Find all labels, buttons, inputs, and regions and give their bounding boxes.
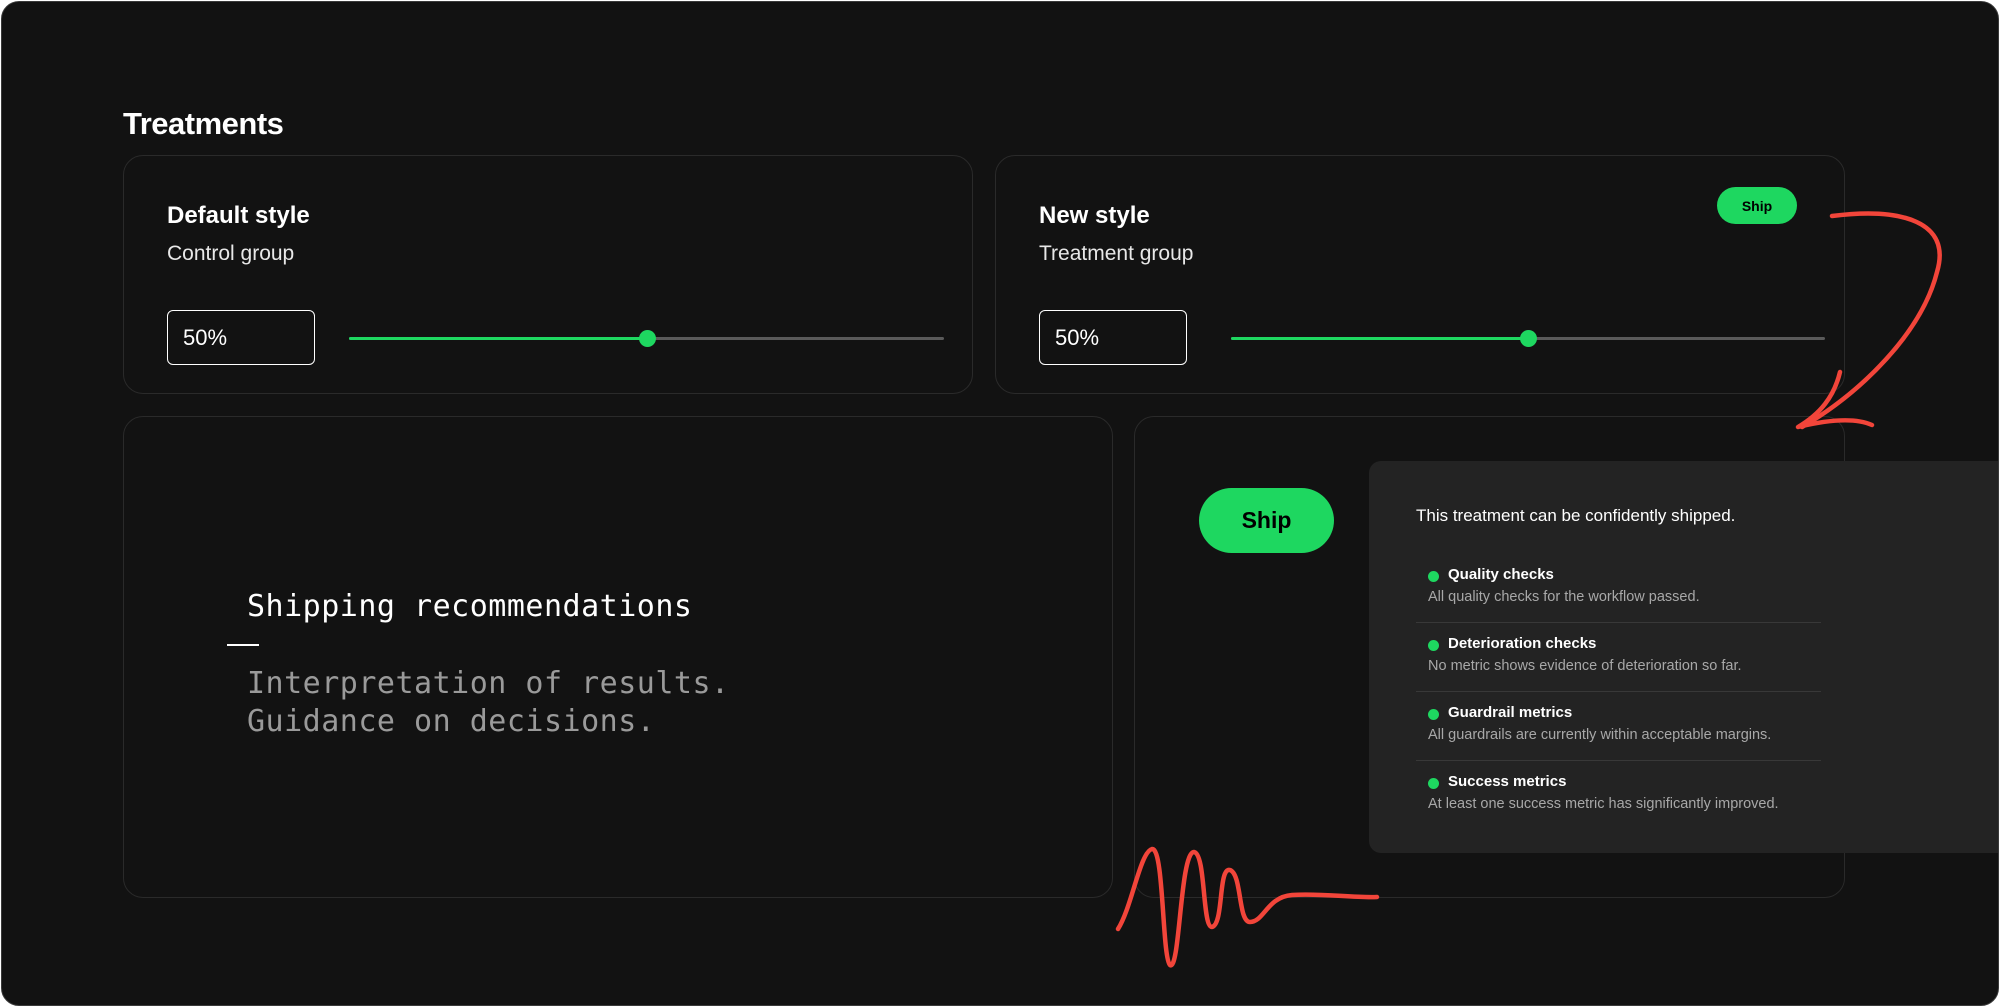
allocation-slider[interactable]: [1231, 330, 1825, 347]
divider: [1416, 691, 1821, 692]
green-dot-icon: [1428, 640, 1439, 651]
recommendations-line: Guidance on decisions.: [247, 704, 656, 739]
check-description: All quality checks for the workflow pass…: [1428, 589, 1700, 605]
title-divider: [227, 644, 259, 646]
check-name: Guardrail metrics: [1448, 704, 1573, 721]
allocation-input[interactable]: [167, 310, 315, 365]
allocation-input[interactable]: [1039, 310, 1187, 365]
slider-fill: [1231, 337, 1528, 340]
green-dot-icon: [1428, 571, 1439, 582]
status-panel: This treatment can be confidently shippe…: [1369, 461, 1998, 853]
allocation-slider[interactable]: [349, 330, 944, 347]
treatment-subtitle: Control group: [167, 242, 295, 265]
recommendations-title: Shipping recommendations: [247, 589, 693, 624]
recommendations-line: Interpretation of results.: [247, 666, 730, 701]
ship-badge-button[interactable]: Ship: [1717, 187, 1797, 224]
green-dot-icon: [1428, 778, 1439, 789]
slider-fill: [349, 337, 647, 340]
check-description: No metric shows evidence of deterioratio…: [1428, 658, 1742, 674]
divider: [1416, 622, 1821, 623]
check-name: Deterioration checks: [1448, 635, 1597, 652]
ship-button[interactable]: Ship: [1199, 488, 1334, 553]
divider: [1416, 760, 1821, 761]
check-description: All guardrails are currently within acce…: [1428, 727, 1772, 743]
slider-thumb[interactable]: [1520, 330, 1537, 347]
app-frame: Treatments Default style Control group N…: [1, 1, 1999, 1006]
recommendations-card: [123, 416, 1113, 898]
green-dot-icon: [1428, 709, 1439, 720]
treatment-title: New style: [1039, 202, 1150, 229]
treatment-subtitle: Treatment group: [1039, 242, 1194, 265]
slider-thumb[interactable]: [638, 330, 656, 347]
status-headline: This treatment can be confidently shippe…: [1416, 506, 1736, 525]
section-title: Treatments: [123, 106, 284, 141]
treatment-card-new: New style Treatment group: [995, 155, 1845, 394]
check-name: Quality checks: [1448, 566, 1554, 583]
check-name: Success metrics: [1448, 773, 1567, 790]
treatment-title: Default style: [167, 202, 310, 229]
check-description: At least one success metric has signific…: [1428, 796, 1779, 812]
treatment-card-control: Default style Control group: [123, 155, 973, 394]
